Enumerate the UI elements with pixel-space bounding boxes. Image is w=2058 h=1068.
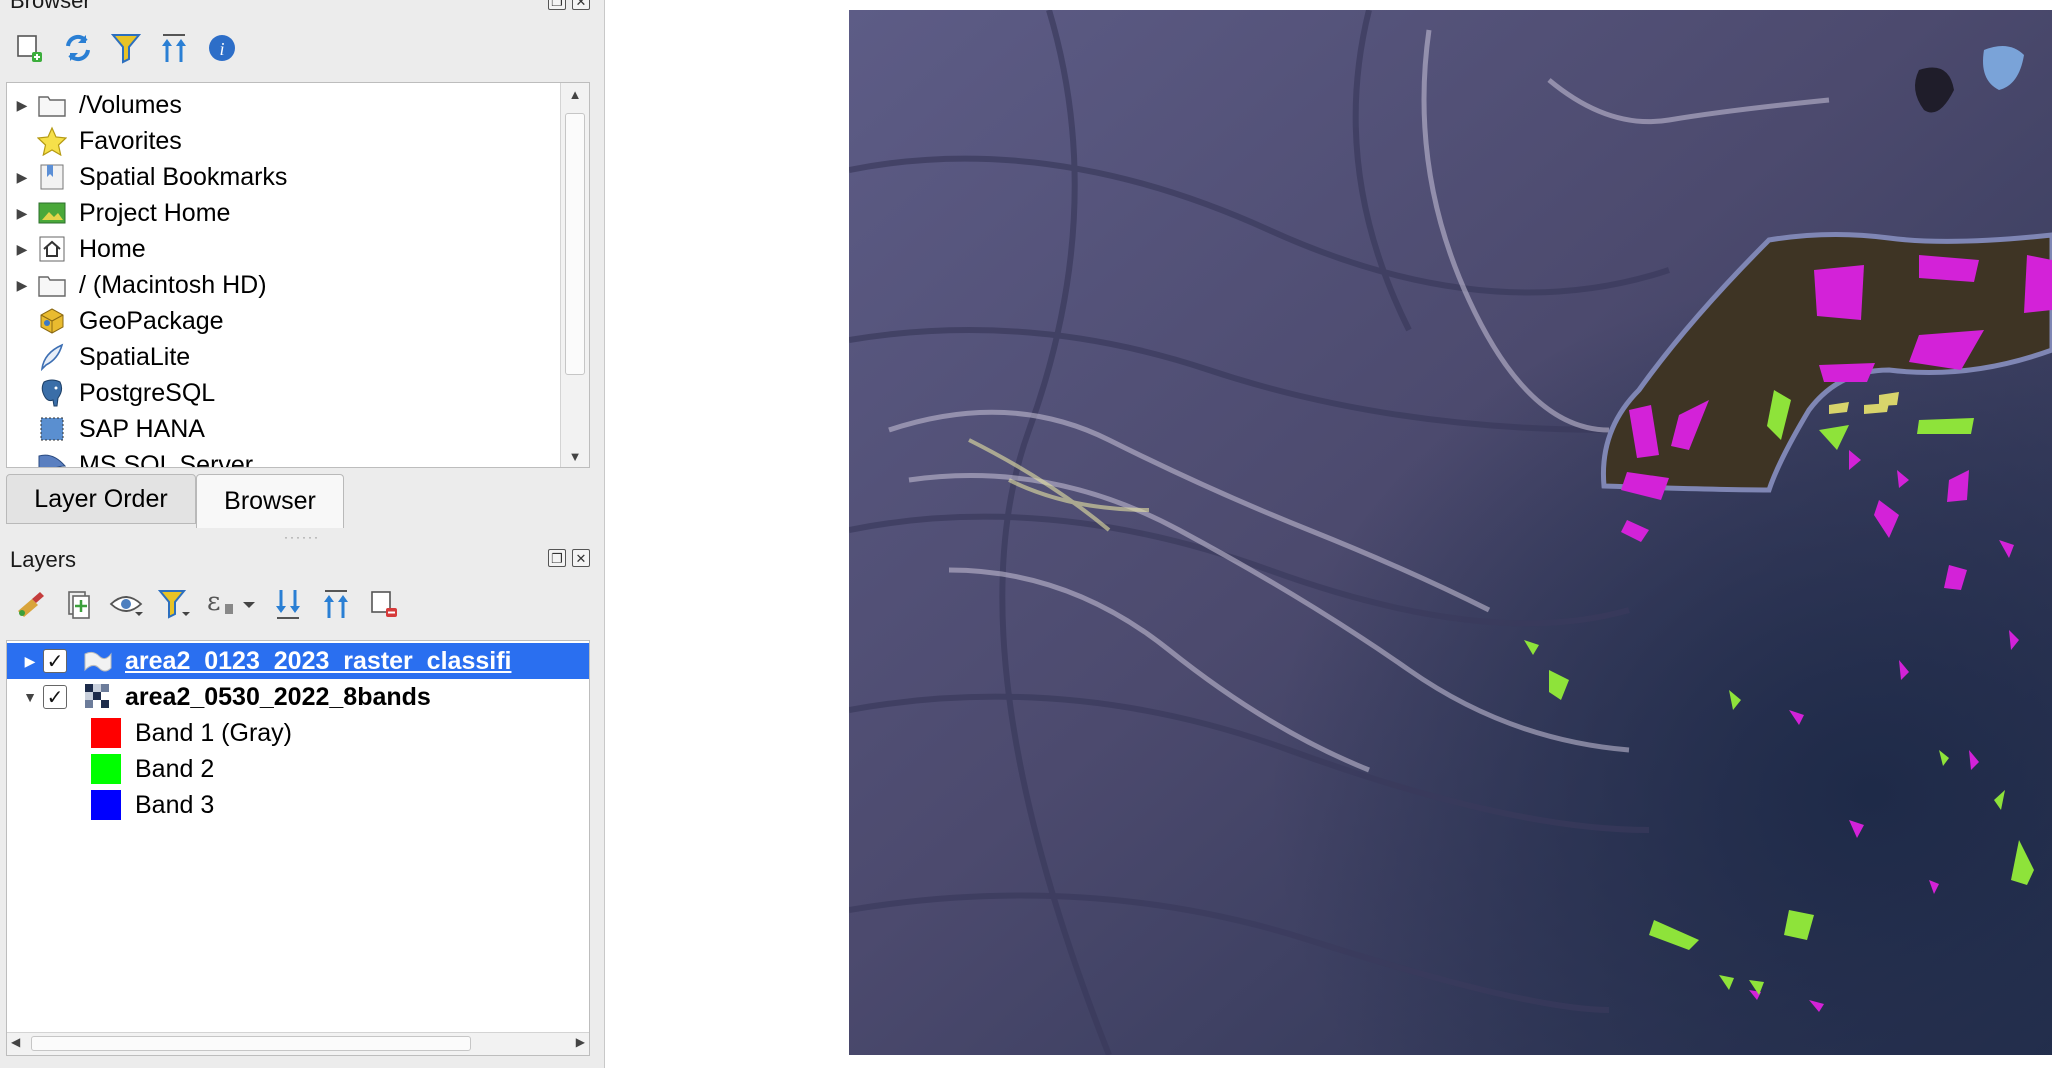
browser-item-label: PostgreSQL: [79, 378, 216, 407]
svg-text:ε: ε: [207, 588, 220, 617]
style-icon[interactable]: [12, 586, 48, 622]
layer-visibility-checkbox[interactable]: ✓: [43, 685, 67, 709]
satellite-raster: [848, 9, 2055, 1057]
layer-name[interactable]: area2_0123_2023_raster_classifi: [125, 647, 511, 676]
splitter-handle[interactable]: ······: [284, 530, 320, 544]
browser-item[interactable]: SAP HANA: [7, 411, 205, 447]
layer-name[interactable]: area2_0530_2022_8bands: [125, 683, 431, 712]
scroll-down-icon[interactable]: ▼: [561, 445, 589, 467]
expand-all-icon[interactable]: [270, 586, 306, 622]
collapse-all-icon[interactable]: [156, 30, 192, 66]
layers-tree[interactable]: ▶ ✓ area2_0123_2023_raster_classifi ▼ ✓ …: [6, 640, 590, 1056]
band-row: Band 3: [91, 787, 214, 823]
spatialite-icon: [35, 342, 69, 372]
expand-arrow-icon[interactable]: ▶: [17, 653, 43, 670]
browser-item[interactable]: ▶ / (Macintosh HD): [7, 267, 267, 303]
browser-toolbar: i: [12, 30, 252, 66]
close-panel-button[interactable]: ✕: [572, 0, 590, 10]
polygon-layer-icon: [81, 646, 115, 676]
visibility-icon[interactable]: [108, 586, 144, 622]
folder-icon: [35, 270, 69, 300]
browser-item[interactable]: PostgreSQL: [7, 375, 215, 411]
band-color-swatch: [91, 718, 121, 748]
layers-panel-controls: ❐ ✕: [548, 549, 590, 567]
band-color-swatch: [91, 754, 121, 784]
browser-item[interactable]: GeoPackage: [7, 303, 224, 339]
collapse-arrow-icon[interactable]: ▼: [17, 689, 43, 705]
home-icon: [35, 234, 69, 264]
browser-vertical-scrollbar[interactable]: ▲ ▼: [560, 83, 589, 467]
expand-arrow-icon[interactable]: ▶: [9, 169, 35, 186]
browser-panel-title: Browser: [10, 0, 91, 13]
browser-item-label: SAP HANA: [79, 414, 205, 443]
layers-horizontal-scrollbar[interactable]: ◀ ▶: [7, 1032, 589, 1055]
star-icon: [35, 126, 69, 156]
browser-item-label: MS SQL Server: [79, 450, 254, 468]
browser-item-label: SpatiaLite: [79, 342, 191, 371]
tab-layer-order[interactable]: Layer Order: [6, 474, 196, 524]
browser-item[interactable]: ▶ Project Home: [7, 195, 231, 231]
browser-item[interactable]: ▶ Spatial Bookmarks: [7, 159, 288, 195]
browser-item[interactable]: SpatiaLite: [7, 339, 190, 375]
bookmark-icon: [35, 162, 69, 192]
layers-panel-title: Layers: [10, 547, 77, 572]
band-color-swatch: [91, 790, 121, 820]
browser-item-label: GeoPackage: [79, 306, 224, 335]
scroll-thumb[interactable]: [31, 1036, 471, 1051]
expand-arrow-icon[interactable]: ▶: [9, 241, 35, 258]
scroll-thumb[interactable]: [565, 113, 585, 375]
band-row: Band 2: [91, 751, 214, 787]
browser-item-label: Home: [79, 234, 146, 263]
postgresql-icon: [35, 378, 69, 408]
scroll-right-icon[interactable]: ▶: [576, 1035, 585, 1049]
scroll-up-icon[interactable]: ▲: [561, 83, 589, 105]
svg-text:i: i: [219, 39, 224, 59]
browser-item-label: Spatial Bookmarks: [79, 162, 288, 191]
band-label: Band 3: [135, 790, 215, 819]
info-icon[interactable]: i: [204, 30, 240, 66]
float-layers-panel-button[interactable]: ❐: [548, 549, 566, 567]
refresh-icon[interactable]: [60, 30, 96, 66]
browser-item-label: Favorites: [79, 126, 182, 155]
scroll-left-icon[interactable]: ◀: [11, 1035, 20, 1049]
tab-browser[interactable]: Browser: [196, 474, 344, 528]
add-group-icon[interactable]: [60, 586, 96, 622]
mssql-icon: [35, 450, 69, 467]
band-row: Band 1 (Gray): [91, 715, 292, 751]
browser-item-label: Project Home: [79, 198, 231, 227]
expand-arrow-icon[interactable]: ▶: [9, 205, 35, 222]
band-label: Band 2: [135, 754, 215, 783]
browser-item-label: / (Macintosh HD): [79, 270, 267, 299]
layers-toolbar: ε: [12, 586, 414, 622]
browser-item-label: /Volumes: [79, 90, 182, 119]
filter-legend-icon[interactable]: [156, 586, 192, 622]
browser-item[interactable]: Favorites: [7, 123, 182, 159]
browser-tree[interactable]: ▶ /Volumes Favorites ▶ Spatial Bookmarks ▶ Pro…: [6, 82, 590, 468]
browser-item[interactable]: MS SQL Server: [7, 447, 254, 468]
folder-icon: [35, 90, 69, 120]
expand-arrow-icon[interactable]: ▶: [9, 277, 35, 294]
browser-item[interactable]: ▶ Home: [7, 231, 146, 267]
remove-layer-icon[interactable]: [366, 586, 402, 622]
layer-row-8bands[interactable]: ▼ ✓ area2_0530_2022_8bands: [7, 679, 431, 715]
float-panel-button[interactable]: ❐: [548, 0, 566, 10]
map-canvas[interactable]: [848, 9, 2055, 1057]
expand-arrow-icon[interactable]: ▶: [9, 97, 35, 114]
add-layer-icon[interactable]: [12, 30, 48, 66]
sap-hana-icon: [35, 414, 69, 444]
left-dock: Browser ❐ ✕ i ▶ /Volumes Favorites ▶ Spatial…: [0, 0, 605, 1068]
browser-item[interactable]: ▶ /Volumes: [7, 87, 182, 123]
filter-icon[interactable]: [108, 30, 144, 66]
layer-row-classified[interactable]: ▶ ✓ area2_0123_2023_raster_classifi: [7, 643, 589, 679]
band-label: Band 1 (Gray): [135, 718, 293, 747]
project-home-icon: [35, 198, 69, 228]
collapse-all-layers-icon[interactable]: [318, 586, 354, 622]
raster-layer-icon: [81, 682, 115, 712]
geopackage-icon: [35, 306, 69, 336]
layer-visibility-checkbox[interactable]: ✓: [43, 649, 67, 673]
expression-filter-icon[interactable]: ε: [204, 586, 258, 622]
browser-panel-controls: ❐ ✕: [548, 0, 590, 10]
close-layers-panel-button[interactable]: ✕: [572, 549, 590, 567]
